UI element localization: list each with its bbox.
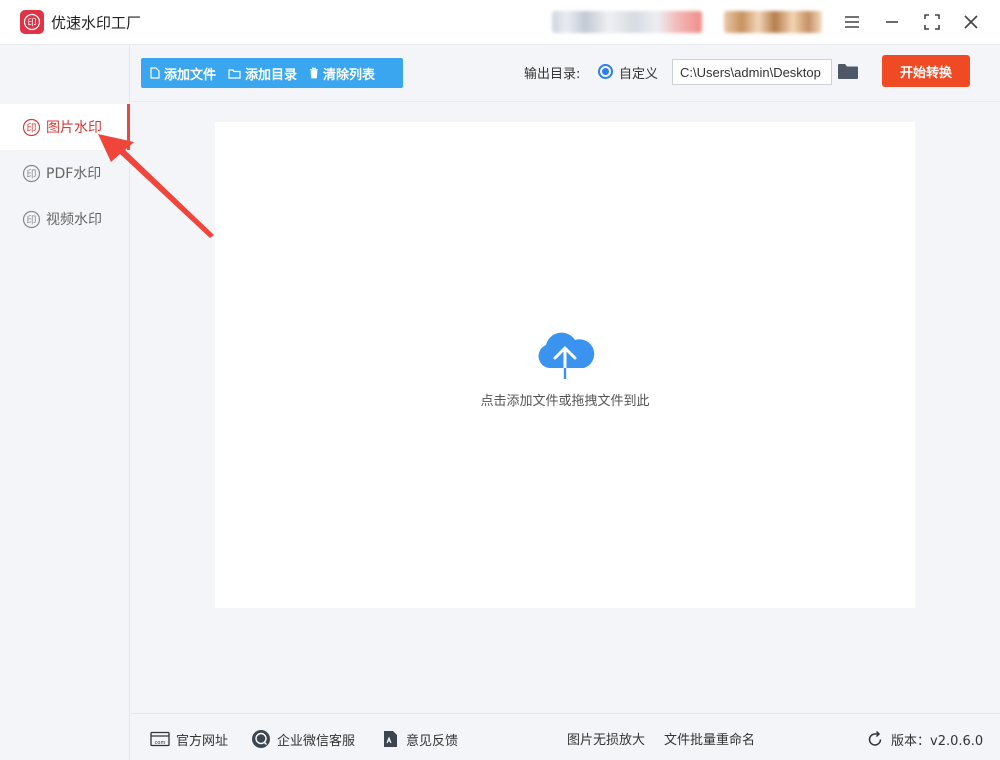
- batch-rename-link[interactable]: 文件批量重命名: [664, 729, 755, 748]
- sidebar-item-label: 图片水印: [46, 120, 102, 136]
- image-upscale-label: 图片无损放大: [567, 733, 646, 748]
- website-icon: com: [150, 729, 170, 749]
- seal-icon: 印: [22, 164, 41, 183]
- file-button-group: 添加文件 添加目录 清除列表: [141, 58, 403, 88]
- svg-text:com: com: [155, 740, 166, 746]
- blurred-avatar: [724, 11, 822, 33]
- folder-outline-icon: [228, 68, 241, 79]
- clear-list-label: 清除列表: [323, 67, 376, 83]
- custom-output-label: 自定义: [619, 67, 659, 82]
- sidebar-item-label: 视频水印: [46, 212, 102, 228]
- feedback-label: 意见反馈: [406, 733, 459, 749]
- chat-icon: [251, 729, 271, 749]
- maximize-icon[interactable]: [919, 9, 945, 35]
- file-icon: [150, 67, 160, 79]
- feedback-icon: [380, 729, 400, 749]
- image-upscale-link[interactable]: 图片无损放大: [567, 729, 645, 748]
- close-icon[interactable]: [958, 9, 984, 35]
- output-path-input[interactable]: [672, 59, 832, 85]
- app-title: 优速水印工厂: [51, 14, 142, 32]
- add-directory-label: 添加目录: [245, 67, 298, 83]
- wechat-support-link[interactable]: 企业微信客服: [251, 729, 355, 749]
- sidebar-item-label: PDF水印: [46, 166, 102, 182]
- seal-icon: 印: [22, 118, 41, 137]
- trash-icon: [310, 67, 319, 79]
- official-website-label: 官方网址: [176, 733, 229, 749]
- custom-output-radio[interactable]: [598, 64, 613, 79]
- minimize-icon[interactable]: [879, 9, 905, 35]
- feedback-link[interactable]: 意见反馈: [380, 729, 458, 749]
- annotation-arrow-icon: [98, 134, 214, 238]
- add-file-button[interactable]: 添加文件: [150, 64, 216, 83]
- title-bar: 印 优速水印工厂: [0, 0, 1000, 45]
- add-directory-button[interactable]: 添加目录: [228, 64, 297, 83]
- wechat-support-label: 企业微信客服: [277, 733, 356, 749]
- menu-icon[interactable]: [839, 9, 865, 35]
- seal-icon: 印: [22, 210, 41, 229]
- start-convert-button[interactable]: 开始转换: [882, 55, 970, 87]
- svg-text:印: 印: [27, 122, 37, 134]
- footer-bar: com 官方网址 企业微信客服 意见反馈 图片无损放大 文件批量重命名 版本：v…: [131, 713, 1000, 760]
- output-directory-label: 输出目录:: [524, 67, 581, 82]
- cloud-upload-icon: [538, 332, 595, 380]
- version-label: 版本：v2.0.6.0: [891, 733, 984, 749]
- version-info[interactable]: 版本：v2.0.6.0: [865, 729, 983, 749]
- drop-hint-text: 点击添加文件或拖拽文件到此: [480, 394, 650, 409]
- toolbar: 添加文件 添加目录 清除列表 输出目录: 自定义 开始转换: [131, 45, 1000, 102]
- svg-text:印: 印: [27, 214, 37, 226]
- svg-text:印: 印: [27, 17, 36, 29]
- file-drop-zone[interactable]: 点击添加文件或拖拽文件到此: [215, 122, 915, 608]
- official-website-link[interactable]: com 官方网址: [150, 729, 228, 749]
- refresh-icon: [865, 729, 885, 749]
- folder-icon[interactable]: [837, 62, 859, 82]
- app-logo-icon: 印: [20, 10, 44, 34]
- add-file-label: 添加文件: [164, 67, 217, 83]
- batch-rename-label: 文件批量重命名: [664, 733, 756, 748]
- svg-text:印: 印: [27, 168, 37, 180]
- clear-list-button[interactable]: 清除列表: [309, 64, 375, 83]
- blurred-account-info: [552, 11, 702, 33]
